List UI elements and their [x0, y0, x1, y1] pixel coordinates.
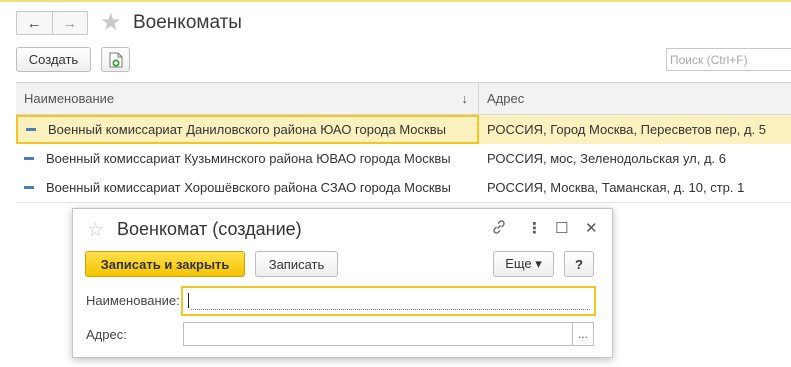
cell-name: Военный комиссариат Кузьминского района … — [16, 144, 479, 173]
create-document-button[interactable] — [101, 47, 130, 72]
link-icon[interactable] — [491, 219, 507, 239]
create-button[interactable]: Создать — [16, 47, 91, 72]
column-header-address[interactable]: Адрес — [479, 83, 791, 114]
item-marker-icon — [24, 157, 34, 160]
address-input[interactable] — [183, 322, 573, 346]
sort-descending-icon: ↓ — [461, 91, 469, 106]
cell-address: РОССИЯ, мос, Зеленодольская ул, д. 6 — [487, 151, 727, 166]
top-accent-line — [0, 0, 791, 2]
column-name-label: Наименование — [24, 91, 115, 106]
more-actions-button[interactable]: Еще ▾ — [493, 251, 554, 277]
navigation-group: ← → — [16, 11, 88, 35]
input-underline — [191, 309, 590, 310]
search-input[interactable]: Поиск (Ctrl+F) — [666, 48, 791, 71]
close-icon[interactable]: ✕ — [585, 219, 598, 237]
text-caret — [188, 293, 189, 308]
cell-address: РОССИЯ, Город Москва, Пересветов пер, д.… — [487, 122, 767, 137]
item-marker-icon — [24, 186, 34, 189]
forward-arrow-icon[interactable]: → — [53, 12, 88, 34]
cell-name-text: Военный комиссариат Хорошёвского района … — [46, 180, 451, 195]
table-bottom-border — [16, 202, 791, 203]
cell-address: РОССИЯ, Москва, Таманская, д. 10, стр. 1 — [487, 180, 745, 195]
military-offices-table: Наименование ↓ Адрес Военный комиссариат… — [16, 82, 791, 203]
save-button[interactable]: Записать — [255, 251, 338, 277]
address-select-button[interactable]: ... — [572, 322, 594, 346]
maximize-icon[interactable]: ☐ — [555, 219, 568, 237]
cell-name: Военный комиссариат Даниловского района … — [16, 115, 479, 144]
item-marker-icon — [26, 128, 36, 131]
column-header-name[interactable]: Наименование ↓ — [16, 83, 479, 114]
name-field-label: Наименование: — [86, 293, 180, 308]
table-row[interactable]: Военный комиссариат Хорошёвского района … — [16, 173, 791, 202]
table-row[interactable]: Военный комиссариат Даниловского района … — [16, 115, 791, 144]
back-arrow-icon[interactable]: ← — [17, 12, 53, 34]
save-and-close-button[interactable]: Записать и закрыть — [85, 251, 245, 277]
table-row[interactable]: Военный комиссариат Кузьминского района … — [16, 144, 791, 173]
cell-name: Военный комиссариат Хорошёвского района … — [16, 173, 479, 202]
document-add-icon — [109, 52, 122, 67]
name-input[interactable] — [181, 286, 596, 316]
cell-name-text: Военный комиссариат Даниловского района … — [48, 122, 446, 137]
more-menu-icon[interactable]: ⋮ — [527, 219, 542, 237]
page-title: Военкоматы — [133, 12, 242, 33]
create-military-office-dialog: ☆ Военкомат (создание) ⋮ ☐ ✕ Записать и … — [72, 208, 613, 358]
address-field-label: Адрес: — [86, 327, 127, 342]
favorite-star-icon[interactable]: ★ — [100, 10, 122, 36]
cell-name-text: Военный комиссариат Кузьминского района … — [46, 151, 451, 166]
column-address-label: Адрес — [487, 91, 525, 106]
table-header: Наименование ↓ Адрес — [16, 82, 791, 115]
help-button[interactable]: ? — [564, 251, 594, 277]
dialog-title: Военкомат (создание) — [117, 219, 302, 239]
dialog-favorite-star-icon[interactable]: ☆ — [87, 219, 104, 242]
